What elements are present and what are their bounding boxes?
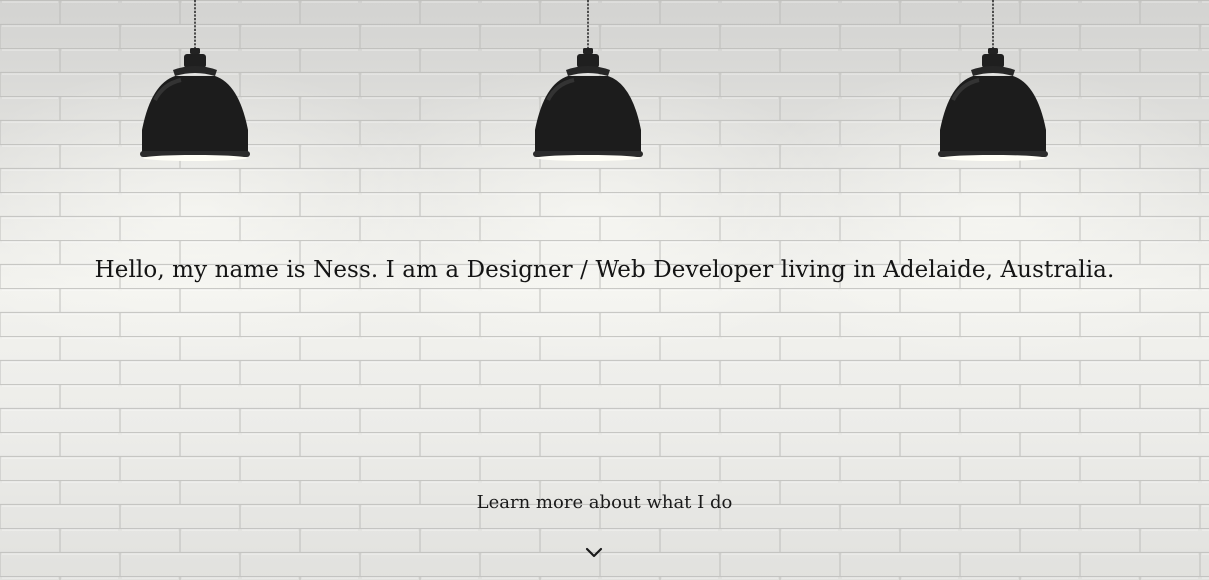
learn-more-link[interactable]: Learn more about what I do [0, 492, 1209, 513]
pendant-lamp-icon [938, 0, 1048, 161]
learn-more-label[interactable]: Learn more about what I do [477, 492, 733, 513]
pendant-lamp-icon [140, 0, 250, 161]
hero-tagline: Hello, my name is Ness. I am a Designer … [94, 257, 1115, 283]
chevron-down-icon[interactable] [584, 545, 604, 561]
pendant-lamp-icon [533, 0, 643, 161]
hero-section: Hello, my name is Ness. I am a Designer … [0, 0, 1209, 580]
